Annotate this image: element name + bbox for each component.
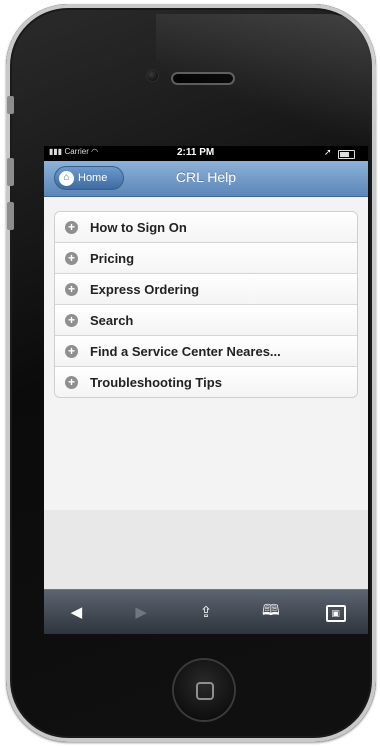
back-arrow-icon[interactable]: ◀ [56, 603, 96, 621]
plus-icon: + [65, 251, 78, 265]
list-item-label: Find a Service Center Neares... [90, 343, 281, 359]
device-home-button[interactable] [174, 660, 234, 720]
list-item-label: How to Sign On [90, 219, 187, 235]
front-camera [147, 70, 158, 81]
plus-icon: + [65, 344, 78, 358]
plus-icon: + [65, 282, 78, 296]
list-item-label: Pricing [90, 250, 135, 266]
forward-arrow-icon[interactable]: ▶ [121, 603, 161, 621]
help-topic-list: + How to Sign On + Pricing + Express Ord… [54, 211, 358, 398]
browser-toolbar: ◀ ▶ ⇪ 🕮 ▣ [44, 589, 368, 634]
list-item-find-service-center[interactable]: + Find a Service Center Neares... [55, 336, 357, 367]
carrier-label: ▮▮▮ Carrier ◠ [49, 147, 99, 156]
wifi-icon: ◠ [91, 147, 99, 156]
status-bar: ▮▮▮ Carrier ◠ 2:11 PM ➚ [44, 146, 368, 161]
page-header: ⌂ Home CRL Help [44, 161, 368, 197]
earpiece-speaker [173, 74, 233, 83]
phone-screen: ▮▮▮ Carrier ◠ 2:11 PM ➚ ⌂ Home CRL Help … [44, 146, 368, 634]
main-content: + How to Sign On + Pricing + Express Ord… [44, 197, 368, 510]
list-item-express-ordering[interactable]: + Express Ordering [55, 274, 357, 305]
battery-icon [338, 150, 355, 159]
list-item-label: Express Ordering [90, 281, 200, 297]
list-item-troubleshooting-tips[interactable]: + Troubleshooting Tips [55, 367, 357, 397]
volume-up-button [7, 158, 14, 186]
bookmarks-icon[interactable]: 🕮 [251, 600, 291, 625]
mute-switch [7, 96, 14, 114]
list-item-search[interactable]: + Search [55, 305, 357, 336]
list-item-how-to-sign-on[interactable]: + How to Sign On [55, 212, 357, 243]
plus-icon: + [65, 375, 78, 389]
volume-down-button [7, 202, 14, 230]
page-title: CRL Help [175, 169, 237, 185]
plus-icon: + [65, 220, 78, 234]
location-arrow-icon: ➚ [324, 147, 332, 157]
signal-icon: ▮▮▮ [49, 147, 63, 156]
plus-icon: + [65, 313, 78, 327]
share-icon[interactable]: ⇪ [186, 603, 226, 621]
tabs-icon[interactable]: ▣ [316, 603, 356, 622]
phone-frame: ▮▮▮ Carrier ◠ 2:11 PM ➚ ⌂ Home CRL Help … [6, 4, 380, 742]
list-item-pricing[interactable]: + Pricing [55, 243, 357, 274]
list-item-label: Troubleshooting Tips [90, 374, 222, 390]
list-item-label: Search [90, 312, 134, 328]
status-time: 2:11 PM [177, 147, 215, 158]
